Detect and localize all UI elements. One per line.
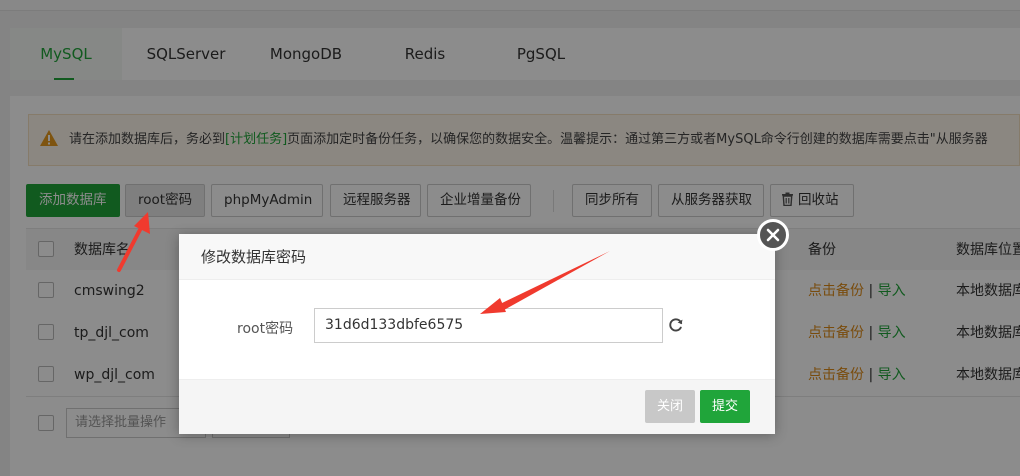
submit-button[interactable]: 提交: [700, 390, 751, 423]
dialog-title: 修改数据库密码: [179, 234, 775, 280]
root-password-label: root密码: [237, 321, 294, 337]
change-password-dialog: 修改数据库密码 root密码 31d6d133dbfe6575 关闭 提交: [179, 234, 775, 434]
root-password-input[interactable]: 31d6d133dbfe6575: [314, 308, 663, 343]
refresh-icon[interactable]: [667, 316, 685, 334]
dialog-close-icon[interactable]: [757, 219, 789, 251]
dialog-footer: 关闭 提交: [179, 379, 775, 434]
close-button[interactable]: 关闭: [645, 390, 696, 423]
